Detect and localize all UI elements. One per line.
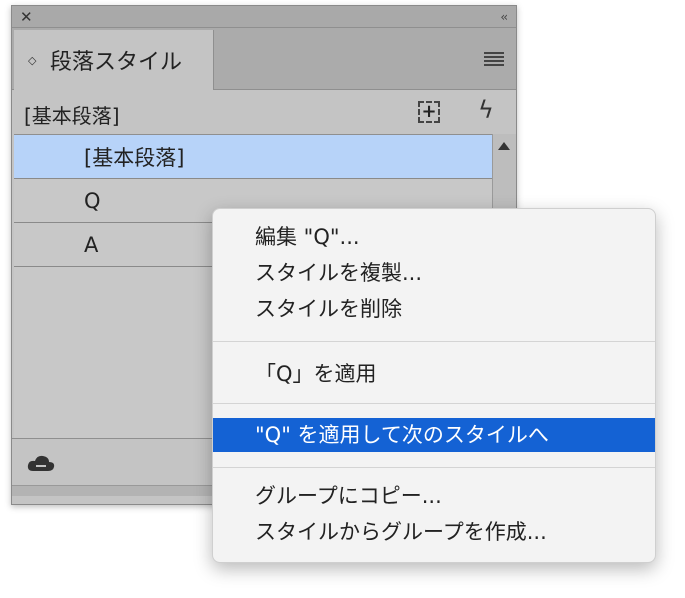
context-menu: 編集 "Q"... スタイルを複製... スタイルを削除 「Q」を適用 "Q" …: [212, 208, 656, 563]
menu-item-apply-then-next[interactable]: "Q" を適用して次のスタイルへ: [213, 418, 655, 452]
menu-item-apply-style[interactable]: 「Q」を適用: [213, 357, 655, 391]
menu-item-duplicate-style[interactable]: スタイルを複製...: [213, 256, 655, 290]
scroll-up-arrow-icon[interactable]: [498, 142, 510, 150]
menu-item-edit[interactable]: 編集 "Q"...: [213, 220, 655, 254]
close-icon[interactable]: ✕: [20, 7, 33, 27]
hamburger-menu-icon[interactable]: [484, 52, 504, 66]
tab-paragraph-styles[interactable]: ◇ 段落スタイル: [14, 30, 214, 90]
creative-cloud-library-icon[interactable]: [26, 453, 56, 473]
menu-item-create-group-from-styles[interactable]: スタイルからグループを作成...: [213, 515, 655, 549]
menu-item-delete-style[interactable]: スタイルを削除: [213, 292, 655, 326]
current-style-bar: [基本段落] + ϟ: [12, 90, 516, 134]
menu-separator: [213, 341, 655, 342]
style-row-label: Q: [84, 188, 101, 213]
panel-titlebar: ✕ ‹‹: [12, 6, 516, 28]
new-style-icon[interactable]: +: [418, 101, 440, 123]
menu-separator: [213, 467, 655, 468]
style-row-label: [基本段落]: [84, 145, 185, 170]
panel-tab-row: ◇ 段落スタイル: [12, 28, 516, 90]
style-row-label: A: [84, 232, 99, 257]
current-style-label: [基本段落]: [24, 104, 120, 128]
up-down-chevron-icon: ◇: [28, 53, 37, 67]
menu-item-copy-to-group[interactable]: グループにコピー...: [213, 479, 655, 513]
tab-label: 段落スタイル: [50, 50, 183, 75]
menu-separator: [213, 403, 655, 404]
style-row[interactable]: [基本段落]: [14, 135, 492, 179]
collapse-double-chevron-icon[interactable]: ‹‹: [500, 7, 507, 27]
lightning-icon[interactable]: ϟ: [478, 96, 494, 124]
